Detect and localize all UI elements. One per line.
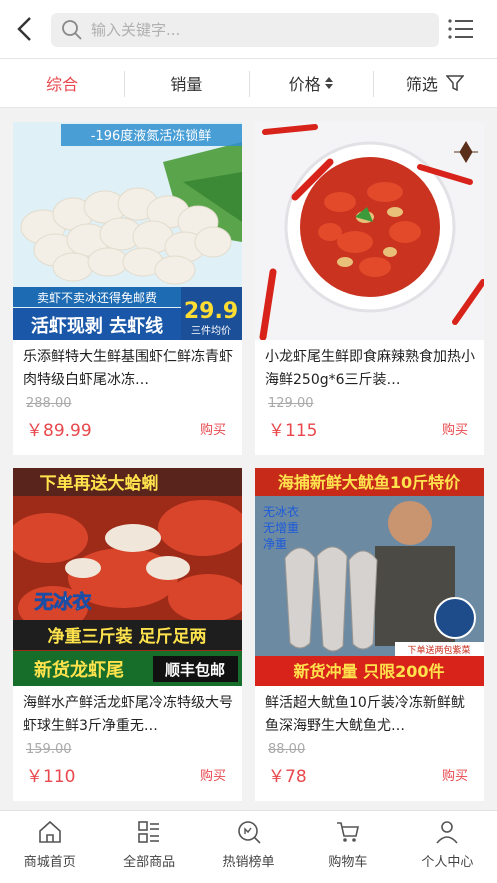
original-price: 129.00: [268, 396, 314, 411]
product-card[interactable]: 海捕新鲜大鱿鱼10斤特价 无冰衣 无增重 净重 下单送两包紫菜 新货冲量 只限2…: [255, 468, 484, 801]
top-header: [0, 0, 497, 58]
sort-filter-label: 筛选: [405, 75, 438, 94]
banner-mid-text: 卖虾不卖冰还得免邮费: [37, 290, 157, 305]
search-box[interactable]: [51, 13, 439, 47]
tab-profile-label: 个人中心: [421, 855, 474, 870]
filter-icon: [445, 75, 464, 91]
cart-icon: [336, 822, 359, 842]
product-image[interactable]: 海捕新鲜大鱿鱼10斤特价 无冰衣 无增重 净重 下单送两包紫菜 新货冲量 只限2…: [255, 468, 484, 686]
product-title[interactable]: 小龙虾尾生鲜即食麻辣熟食加热小海鲜250g*6三斤装…: [265, 346, 477, 392]
grid-list-icon: [138, 821, 160, 843]
banner-badge-text: 顺丰包邮: [165, 661, 225, 679]
banner-tag-text: 下单送两包紫菜: [407, 644, 470, 656]
banner-line2-text: 净重三斤装 足斤足两: [48, 626, 207, 647]
current-price: ￥89.99: [26, 421, 92, 441]
badge-price-text: 29.9: [184, 299, 238, 324]
original-price: 159.00: [26, 742, 72, 757]
sort-bar: 综合 销量 价格 筛选: [0, 58, 497, 108]
check-2-text: 无增重: [263, 521, 299, 535]
search-input[interactable]: [91, 21, 391, 39]
sort-price-label: 价格: [288, 75, 321, 94]
product-image[interactable]: -196度液氮活冻锁鲜 卖虾不卖冰还得免邮费 活虾现剥 去虾线 29.9 三件均…: [13, 122, 242, 340]
buy-button[interactable]: 购买: [442, 419, 468, 438]
product-title[interactable]: 海鲜水产鲜活龙虾尾冷冻特级大号虾球生鲜3斤净重无…: [23, 692, 235, 738]
banner-bottom-text: 新货龙虾尾: [34, 659, 124, 681]
product-card[interactable]: -196度液氮活冻锁鲜 卖虾不卖冰还得免邮费 活虾现剥 去虾线 29.9 三件均…: [13, 122, 242, 455]
buy-button[interactable]: 购买: [200, 419, 226, 438]
check-3-text: 净重: [263, 537, 287, 551]
tab-cart-label: 购物车: [328, 855, 368, 870]
product-card[interactable]: 小龙虾尾生鲜即食麻辣熟食加热小海鲜250g*6三斤装… 129.00 ￥115 …: [255, 122, 484, 455]
chevron-left-icon: [17, 17, 31, 41]
hot-search-icon: [237, 821, 261, 844]
buy-button[interactable]: 购买: [442, 765, 468, 784]
original-price: 288.00: [26, 396, 72, 411]
tab-profile[interactable]: 个人中心: [398, 811, 497, 883]
product-title[interactable]: 乐添鲜特大生鲜基围虾仁鲜冻青虾肉特级白虾尾冰冻…: [23, 346, 235, 392]
badge-sub-text: 三件均价: [191, 325, 231, 337]
tab-hot-list-label: 热销榜单: [222, 855, 275, 870]
banner-top-text: -196度液氮活冻锁鲜: [91, 128, 212, 144]
product-card[interactable]: 下单再送大蛤蜊 无冰衣 净重三斤装 足斤足两 新货龙虾尾 顺丰包邮 海鲜水产鲜活…: [13, 468, 242, 801]
tab-home-label: 商城首页: [23, 855, 76, 870]
banner-top-text: 海捕新鲜大鱿鱼10斤特价: [278, 473, 461, 492]
current-price: ￥78: [268, 767, 307, 787]
sort-price[interactable]: 价格: [248, 59, 373, 107]
home-icon: [38, 820, 61, 843]
sort-sales[interactable]: 销量: [124, 59, 248, 107]
list-icon: [448, 19, 473, 39]
banner-top-text: 下单再送大蛤蜊: [40, 473, 159, 494]
tab-all-products-label: 全部商品: [123, 855, 176, 870]
product-image[interactable]: [255, 122, 484, 340]
tab-home[interactable]: 商城首页: [0, 811, 99, 883]
sort-filter[interactable]: 筛选: [372, 59, 497, 107]
list-menu-button[interactable]: [446, 14, 476, 44]
product-image[interactable]: 下单再送大蛤蜊 无冰衣 净重三斤装 足斤足两 新货龙虾尾 顺丰包邮: [13, 468, 242, 686]
bottom-tab-bar: 商城首页 全部商品 热销榜单 购物车 个人中心: [0, 810, 497, 883]
sort-comprehensive-label: 综合: [46, 75, 79, 94]
tab-all-products[interactable]: 全部商品: [99, 811, 198, 883]
buy-button[interactable]: 购买: [200, 765, 226, 784]
banner-bottom-text: 新货冲量 只限200件: [294, 662, 445, 681]
banner-mid-text: 无冰衣: [34, 590, 91, 613]
sort-sales-label: 销量: [170, 75, 203, 94]
search-icon: [62, 20, 82, 40]
check-1-text: 无冰衣: [263, 504, 299, 519]
tab-hot-list[interactable]: 热销榜单: [199, 811, 298, 883]
user-icon: [436, 821, 458, 844]
product-title[interactable]: 鲜活超大鱿鱼10斤装冷冻新鲜鱿鱼深海野生大鱿鱼尤…: [265, 692, 477, 738]
current-price: ￥115: [268, 421, 318, 441]
banner-bottom-text: 活虾现剥 去虾线: [31, 315, 163, 337]
sort-arrows-icon: [324, 77, 333, 89]
current-price: ￥110: [26, 767, 76, 787]
tab-cart[interactable]: 购物车: [298, 811, 397, 883]
back-button[interactable]: [10, 14, 40, 44]
sort-comprehensive[interactable]: 综合: [0, 59, 124, 107]
original-price: 88.00: [268, 742, 306, 757]
